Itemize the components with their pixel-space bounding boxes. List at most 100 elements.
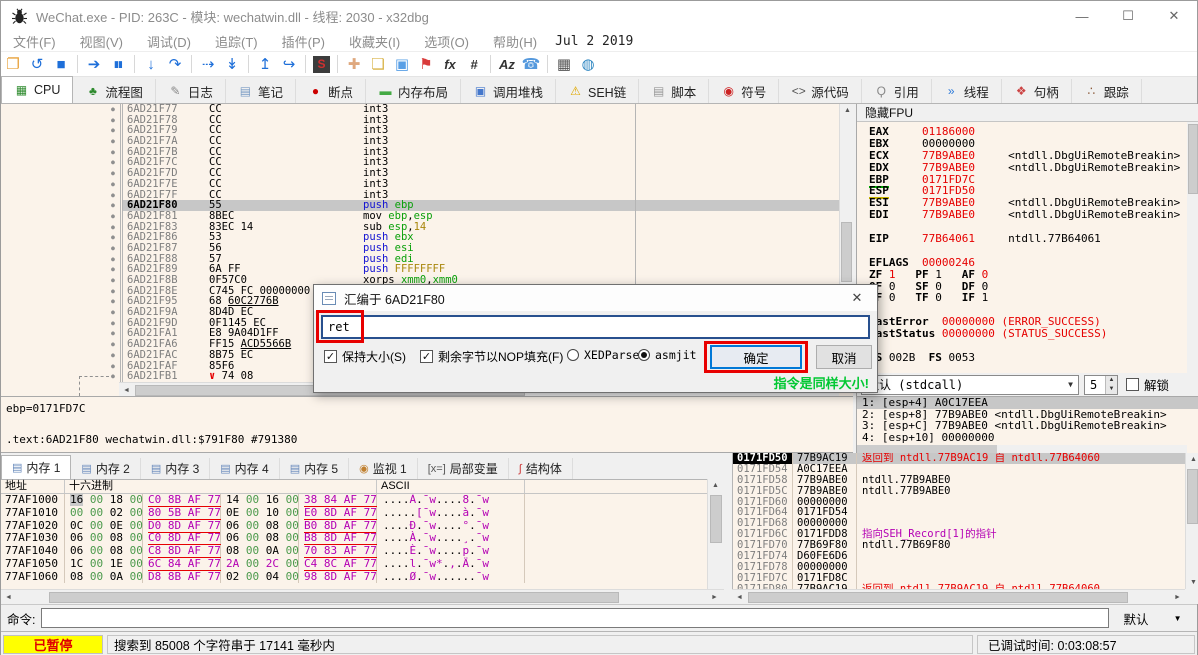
tab-log[interactable]: ✎日志 xyxy=(156,79,226,103)
tab-call-stack[interactable]: ▣调用堆栈 xyxy=(461,79,556,103)
asmjit-radio[interactable]: asmjit xyxy=(638,348,697,362)
register-row[interactable]: GS 002B FS 0053 xyxy=(869,352,1198,364)
menu-item[interactable]: 调试(D) xyxy=(135,32,203,51)
menu-item[interactable]: 收藏夹(I) xyxy=(337,32,412,51)
scroll-left-icon[interactable]: ◄ xyxy=(119,384,134,397)
breakpoint-dot[interactable]: ● xyxy=(106,211,123,222)
breakpoint-dot[interactable]: ● xyxy=(106,328,123,339)
stack-pane[interactable]: 0171FD5077B9AC19返回到 ntdll.77B9AC19 自 ntd… xyxy=(732,453,1198,589)
scroll-thumb[interactable] xyxy=(857,445,997,453)
scroll-thumb[interactable] xyxy=(748,592,1128,603)
breakpoint-dot[interactable]: ● xyxy=(106,179,123,190)
tab-memory-map[interactable]: ▬内存布局 xyxy=(366,79,461,103)
argument-row[interactable]: 4: [esp+10] 00000000 xyxy=(857,432,1198,444)
command-input[interactable] xyxy=(41,608,1109,628)
tab-dump-4[interactable]: ▤内存 4 xyxy=(210,458,279,479)
dump-horizontal-scrollbar[interactable]: ◄ ► xyxy=(1,589,724,604)
menu-item[interactable]: 帮助(H) xyxy=(481,32,549,51)
globe-icon[interactable]: ◍ xyxy=(576,54,600,75)
open-file-icon[interactable]: ❐ xyxy=(1,54,25,75)
step-out-icon[interactable]: ↥ xyxy=(253,54,277,75)
tab-cpu[interactable]: ▦CPU xyxy=(1,76,73,103)
breakpoint-dot[interactable]: ● xyxy=(106,254,123,265)
argument-row[interactable]: 3: [esp+C] 77B9ABE0 <ntdll.DbgUiRemoteBr… xyxy=(857,420,1198,432)
menu-item[interactable]: 文件(F) xyxy=(1,32,68,51)
scroll-up-icon[interactable]: ▲ xyxy=(1186,453,1198,466)
tab-script[interactable]: ▤脚本 xyxy=(639,79,709,103)
patches-icon[interactable]: ✚ xyxy=(342,54,366,75)
tab-dump-2[interactable]: ▤内存 2 xyxy=(71,458,140,479)
scroll-thumb[interactable] xyxy=(49,592,619,603)
register-row[interactable]: EIP 77B64061 ntdll.77B64061 xyxy=(869,233,1198,245)
pause-icon[interactable]: ▮▮ xyxy=(106,54,130,75)
tab-dump-3[interactable]: ▤内存 3 xyxy=(141,458,210,479)
breakpoint-dot[interactable]: ● xyxy=(106,157,123,168)
scroll-left-icon[interactable]: ◄ xyxy=(732,591,747,604)
register-row[interactable]: EDI 77B9ABE0 <ntdll.DbgUiRemoteBreakin> xyxy=(869,209,1198,221)
step-over-icon[interactable]: ↷ xyxy=(163,54,187,75)
breakpoint-dot[interactable]: ● xyxy=(106,243,123,254)
spin-up-icon[interactable]: ▲ xyxy=(1106,376,1117,385)
scroll-right-icon[interactable]: ► xyxy=(1170,591,1185,604)
memory-dump-pane[interactable]: 地址 十六进制 ASCII 77AF100016 00 18 00C0 8B A… xyxy=(1,479,724,604)
scroll-up-icon[interactable]: ▲ xyxy=(840,104,853,117)
bookmarks-icon[interactable]: ⚑ xyxy=(414,54,438,75)
scroll-down-icon[interactable]: ▼ xyxy=(1186,576,1198,589)
cancel-button[interactable]: 取消 xyxy=(816,345,872,369)
tab-struct[interactable]: ∫结构体 xyxy=(509,458,573,479)
hash-icon[interactable]: # xyxy=(462,54,486,75)
dialog-title-bar[interactable]: 汇编于 6AD21F80 ✕ xyxy=(314,285,877,311)
close-button[interactable]: ✕ xyxy=(1151,1,1197,31)
maximize-button[interactable]: ☐ xyxy=(1105,1,1151,31)
menu-item[interactable]: 视图(V) xyxy=(68,32,135,51)
labels-icon[interactable]: ▣ xyxy=(390,54,414,75)
stack-vertical-scrollbar[interactable]: ▲ ▼ xyxy=(1185,453,1198,589)
scroll-thumb[interactable] xyxy=(1187,469,1198,524)
tab-threads[interactable]: »线程 xyxy=(932,79,1002,103)
dump-vertical-scrollbar[interactable]: ▲ xyxy=(707,479,724,589)
run-down-icon[interactable]: ↡ xyxy=(220,54,244,75)
tab-handles[interactable]: ❖句柄 xyxy=(1002,79,1072,103)
breakpoint-dot[interactable]: ● xyxy=(106,339,123,350)
run-icon[interactable]: ➔ xyxy=(82,54,106,75)
scroll-up-icon[interactable]: ▲ xyxy=(708,479,723,492)
tab-breakpoints[interactable]: ●断点 xyxy=(296,79,366,103)
argument-count-stepper[interactable]: 5 ▲▼ xyxy=(1084,375,1118,395)
functions-icon[interactable]: fx xyxy=(438,54,462,75)
breakpoint-dot[interactable]: ● xyxy=(106,264,123,275)
breakpoint-dot[interactable]: ● xyxy=(106,125,123,136)
tab-references[interactable]: Ϙ引用 xyxy=(862,79,932,103)
tab-graph[interactable]: ♣流程图 xyxy=(73,79,156,103)
minimize-button[interactable]: — xyxy=(1059,1,1105,31)
comments-icon[interactable]: ❏ xyxy=(366,54,390,75)
tab-trace[interactable]: ∴跟踪 xyxy=(1072,79,1142,103)
execute-till-return-icon[interactable]: ⇢ xyxy=(196,54,220,75)
arguments-scrollbar[interactable] xyxy=(857,445,1187,453)
breakpoint-dot[interactable]: ● xyxy=(106,350,123,361)
tab-seh[interactable]: ⚠SEH链 xyxy=(556,79,639,103)
calculator-icon[interactable]: ▦ xyxy=(552,54,576,75)
xedparse-radio[interactable]: XEDParse xyxy=(567,348,639,362)
breakpoint-dot[interactable]: ● xyxy=(106,222,123,233)
breakpoint-dot[interactable]: ● xyxy=(106,136,123,147)
breakpoint-dot[interactable]: ● xyxy=(106,104,123,115)
breakpoint-dot[interactable]: ● xyxy=(106,318,123,329)
breakpoint-dot[interactable]: ● xyxy=(106,296,123,307)
register-row[interactable]: CF 0 TF 0 IF 1 xyxy=(869,292,1198,304)
breakpoint-dot[interactable]: ● xyxy=(106,275,123,286)
argument-row[interactable]: 1: [esp+4] A0C17EEA xyxy=(857,397,1198,409)
scroll-thumb[interactable] xyxy=(1188,124,1198,194)
registers-scrollbar[interactable] xyxy=(1187,122,1198,373)
breakpoint-dot[interactable]: ● xyxy=(106,286,123,297)
stack-horizontal-scrollbar[interactable]: ◄ ► xyxy=(732,589,1185,604)
tab-symbols[interactable]: ◉符号 xyxy=(709,79,779,103)
tab-locals[interactable]: [x=]局部变量 xyxy=(418,458,509,479)
restart-icon[interactable]: ↺ xyxy=(25,54,49,75)
tab-source[interactable]: <>源代码 xyxy=(779,79,862,103)
scroll-left-icon[interactable]: ◄ xyxy=(1,591,16,604)
stack-row[interactable]: 0171FD5C77B9ABE0ntdll.77B9ABE0 xyxy=(733,486,1198,497)
spin-down-icon[interactable]: ▼ xyxy=(1106,385,1117,394)
nop-fill-checkbox[interactable]: ✓ 剩余字节以NOP填充(F) xyxy=(420,348,563,365)
stop-icon[interactable]: ■ xyxy=(49,54,73,75)
script-icon[interactable]: S xyxy=(313,56,330,73)
